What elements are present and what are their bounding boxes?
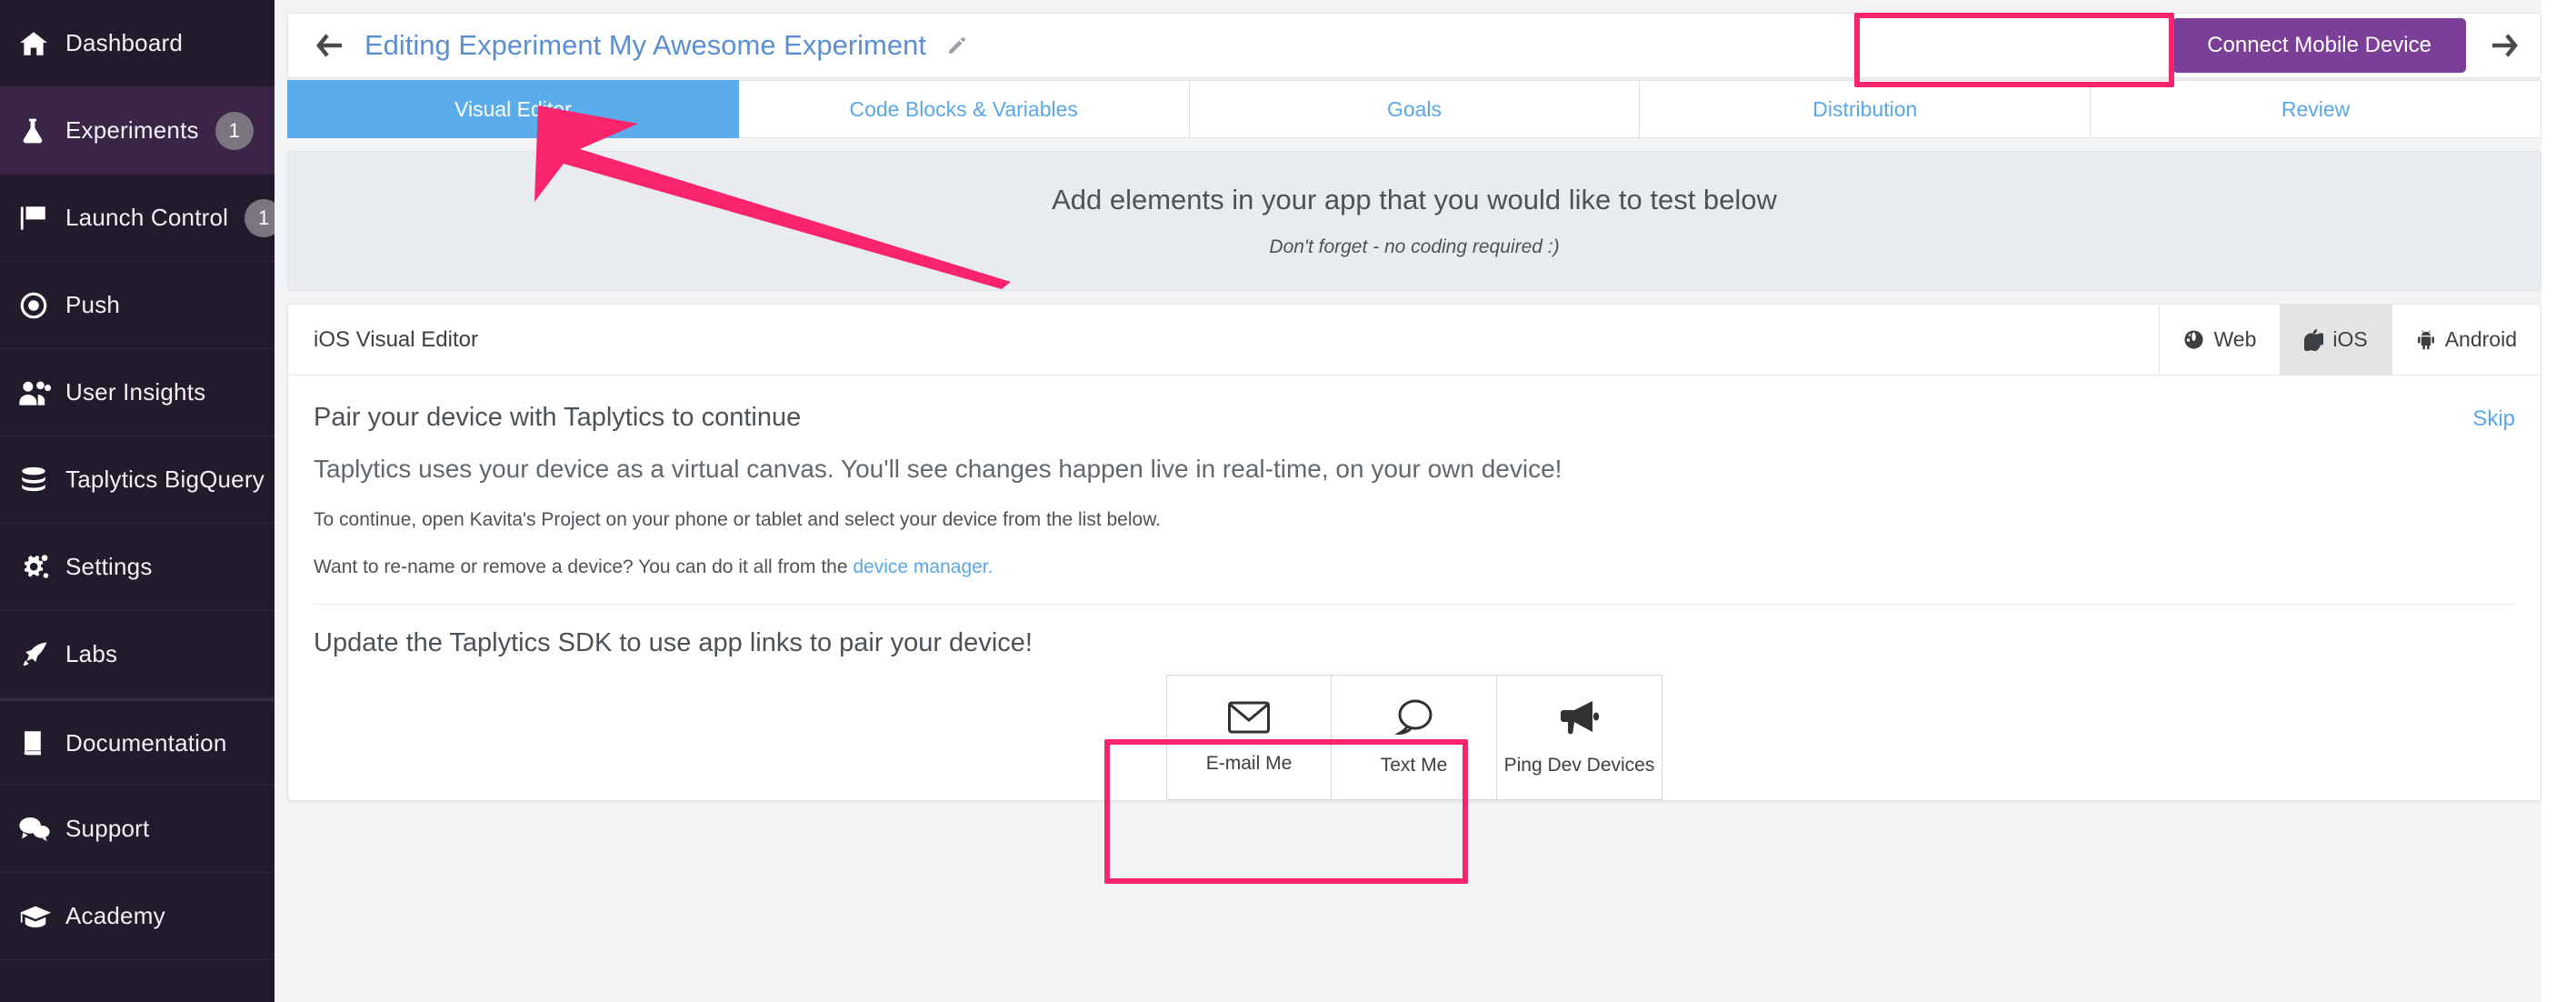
graduation-cap-icon xyxy=(18,901,65,932)
sidebar-item-label: User Insights xyxy=(65,378,205,406)
ping-dev-devices-button[interactable]: Ping Dev Devices xyxy=(1497,675,1662,800)
email-me-button[interactable]: E-mail Me xyxy=(1166,675,1332,800)
sidebar-item-labs[interactable]: Labs xyxy=(0,611,275,698)
pair-paragraph-2: Want to re-name or remove a device? You … xyxy=(314,556,2515,578)
sidebar: Dashboard Experiments 1 Launch Control 1… xyxy=(0,0,275,1002)
pair-paragraph-2-text: Want to re-name or remove a device? You … xyxy=(314,556,853,577)
app-root: Dashboard Experiments 1 Launch Control 1… xyxy=(0,0,2576,1002)
sidebar-item-label: Experiments xyxy=(65,116,199,145)
sidebar-item-taplytics-bigquery[interactable]: Taplytics BigQuery xyxy=(0,436,275,524)
flask-icon xyxy=(18,115,65,146)
sidebar-item-support[interactable]: Support xyxy=(0,786,275,873)
gears-icon xyxy=(18,552,65,583)
action-label: E-mail Me xyxy=(1206,753,1293,775)
pair-paragraph-1: To continue, open Kavita's Project on yo… xyxy=(314,509,2515,531)
text-me-button[interactable]: Text Me xyxy=(1332,675,1497,800)
panel-header: iOS Visual Editor Web iOS xyxy=(288,305,2541,376)
book-icon xyxy=(18,727,65,758)
arrow-right-icon[interactable] xyxy=(2490,33,2521,58)
comments-icon xyxy=(18,814,65,845)
database-icon xyxy=(18,465,65,496)
connect-mobile-device-button[interactable]: Connect Mobile Device xyxy=(2172,18,2466,73)
platform-label: iOS xyxy=(2332,327,2367,352)
sidebar-item-academy[interactable]: Academy xyxy=(0,873,275,960)
users-icon xyxy=(18,377,65,408)
banner-sub-text: Don't forget - no coding required :) xyxy=(1269,236,1559,258)
page-title: Editing Experiment My Awesome Experiment xyxy=(364,29,926,62)
skip-link[interactable]: Skip xyxy=(2472,406,2515,432)
rocket-icon xyxy=(18,639,65,670)
sidebar-item-label: Push xyxy=(65,291,120,319)
home-icon xyxy=(18,28,65,59)
action-label: Text Me xyxy=(1381,755,1448,777)
main-content: Editing Experiment My Awesome Experiment… xyxy=(275,0,2576,1002)
action-label: Ping Dev Devices xyxy=(1504,755,1655,777)
panel-body: Pair your device with Taplytics to conti… xyxy=(288,376,2541,800)
flag-icon xyxy=(18,203,65,234)
pairing-action-group: E-mail Me Text Me Ping D xyxy=(1166,675,1662,800)
pairing-actions: E-mail Me Text Me Ping D xyxy=(314,675,2515,800)
tab-distribution[interactable]: Distribution xyxy=(1640,80,2091,138)
platform-label: Web xyxy=(2213,327,2256,352)
sidebar-item-settings[interactable]: Settings xyxy=(0,524,275,611)
platform-option-web[interactable]: Web xyxy=(2159,305,2280,376)
sidebar-item-dashboard[interactable]: Dashboard xyxy=(0,0,275,87)
sidebar-item-label: Dashboard xyxy=(65,29,183,57)
sidebar-item-launch-control[interactable]: Launch Control 1 xyxy=(0,175,275,262)
banner-main-text: Add elements in your app that you would … xyxy=(1052,184,1777,216)
sidebar-badge-experiments: 1 xyxy=(215,112,254,150)
experiment-header: Editing Experiment My Awesome Experiment… xyxy=(287,13,2541,78)
globe-icon xyxy=(2183,329,2204,350)
apple-icon xyxy=(2304,329,2323,351)
pair-lead-text: Taplytics uses your device as a virtual … xyxy=(314,455,2515,484)
sidebar-item-push[interactable]: Push xyxy=(0,262,275,349)
sidebar-item-user-insights[interactable]: User Insights xyxy=(0,349,275,436)
tab-visual-editor[interactable]: Visual Editor xyxy=(287,80,739,138)
sidebar-item-label: Settings xyxy=(65,553,153,581)
sidebar-badge-launch-control: 1 xyxy=(245,199,275,237)
panel-title: iOS Visual Editor xyxy=(314,327,478,353)
sidebar-item-label: Launch Control xyxy=(65,204,228,232)
sidebar-item-label: Labs xyxy=(65,640,117,668)
megaphone-icon xyxy=(1558,698,1602,736)
visual-editor-panel: iOS Visual Editor Web iOS xyxy=(287,304,2541,801)
speech-bubble-icon xyxy=(1394,698,1434,736)
envelope-icon xyxy=(1227,700,1271,735)
sidebar-item-label: Documentation xyxy=(65,729,226,757)
tab-goals[interactable]: Goals xyxy=(1190,80,1641,138)
tab-code-blocks-variables[interactable]: Code Blocks & Variables xyxy=(739,80,1190,138)
android-icon xyxy=(2416,329,2436,350)
pencil-icon[interactable] xyxy=(946,35,968,56)
pair-title: Pair your device with Taplytics to conti… xyxy=(314,403,801,433)
sidebar-item-label: Academy xyxy=(65,902,165,930)
sidebar-item-experiments[interactable]: Experiments 1 xyxy=(0,87,275,175)
arrow-left-icon[interactable] xyxy=(314,33,344,58)
sidebar-item-label: Support xyxy=(65,815,149,843)
sidebar-item-documentation[interactable]: Documentation xyxy=(0,698,275,786)
experiment-tabs: Visual Editor Code Blocks & Variables Go… xyxy=(287,80,2541,138)
platform-option-android[interactable]: Android xyxy=(2391,305,2541,376)
platform-switcher: Web iOS Android xyxy=(2159,305,2541,376)
platform-option-ios[interactable]: iOS xyxy=(2280,305,2391,376)
device-manager-link[interactable]: device manager. xyxy=(853,556,993,577)
push-target-icon xyxy=(18,290,65,321)
platform-label: Android xyxy=(2445,327,2517,352)
tab-review[interactable]: Review xyxy=(2091,80,2541,138)
pair-title-row: Pair your device with Taplytics to conti… xyxy=(314,403,2515,433)
sdk-update-title: Update the Taplytics SDK to use app link… xyxy=(314,628,2515,658)
section-divider xyxy=(314,604,2515,605)
instructions-banner: Add elements in your app that you would … xyxy=(287,151,2541,291)
right-gutter xyxy=(2541,0,2576,1002)
sidebar-item-label: Taplytics BigQuery xyxy=(65,466,265,494)
